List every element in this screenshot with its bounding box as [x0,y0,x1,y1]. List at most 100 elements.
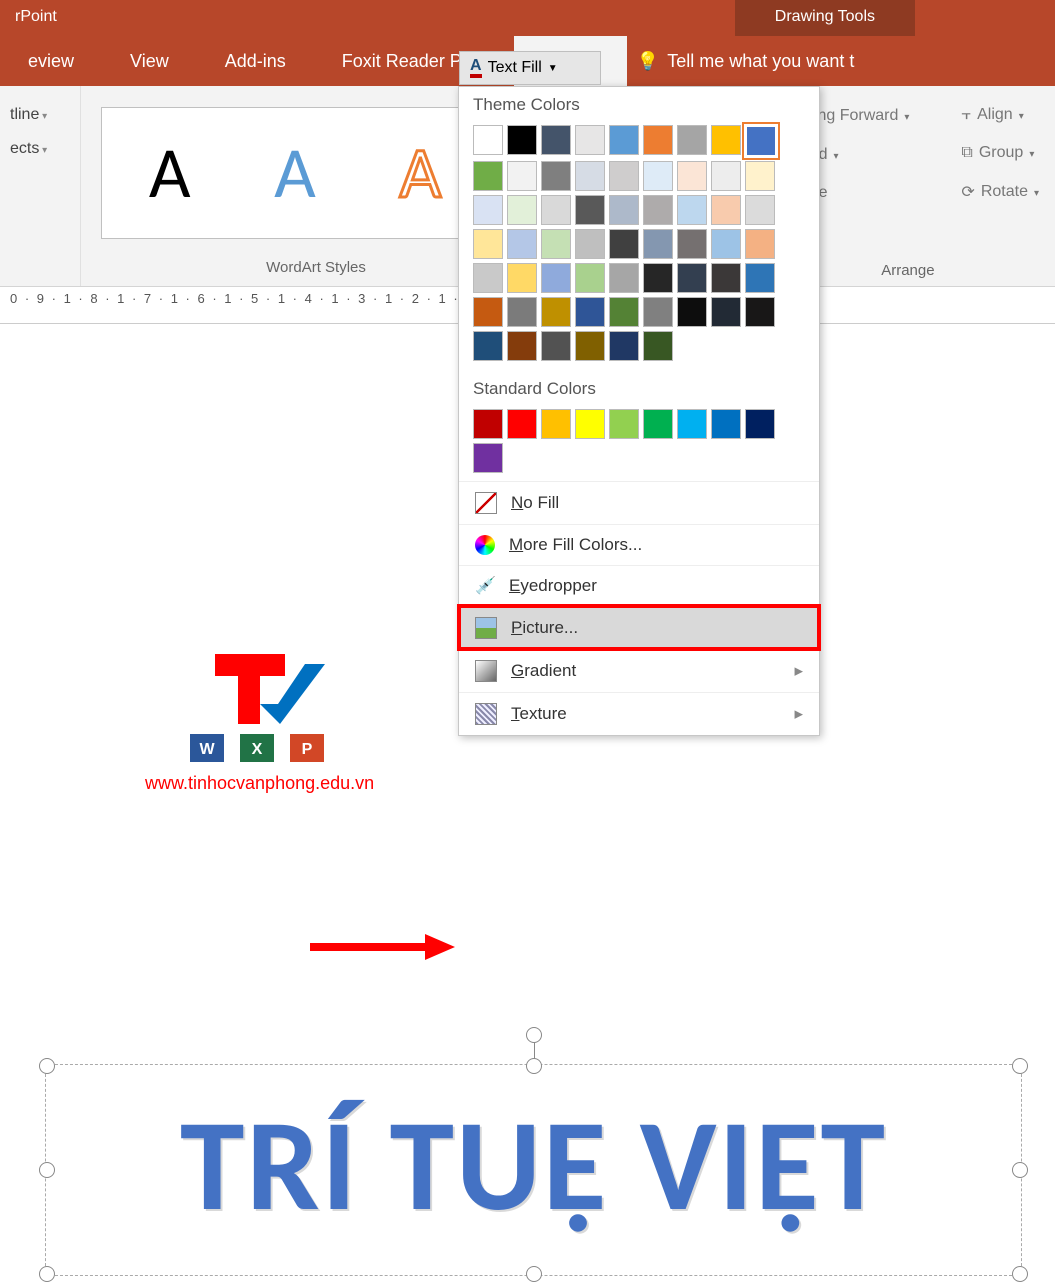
texture-item[interactable]: Texture▸ [459,692,819,735]
resize-handle-w[interactable] [39,1162,55,1178]
standard-swatch[interactable] [711,409,741,439]
theme-swatch[interactable] [677,195,707,225]
resize-handle-sw[interactable] [39,1266,55,1282]
theme-swatch[interactable] [473,229,503,259]
theme-swatch[interactable] [541,297,571,327]
theme-swatch[interactable] [473,195,503,225]
theme-swatch[interactable] [745,229,775,259]
theme-swatch[interactable] [507,331,537,361]
theme-swatch[interactable] [473,161,503,191]
picture-fill-item[interactable]: Picture... [459,606,819,649]
theme-swatch[interactable] [643,161,673,191]
theme-swatch[interactable] [711,263,741,293]
theme-swatch[interactable] [575,229,605,259]
more-colors-item[interactable]: More Fill Colors... [459,524,819,565]
theme-swatch[interactable] [677,161,707,191]
tab-review[interactable]: eview [0,36,102,86]
resize-handle-se[interactable] [1012,1266,1028,1282]
theme-swatch[interactable] [473,297,503,327]
resize-handle-e[interactable] [1012,1162,1028,1178]
standard-swatch[interactable] [575,409,605,439]
standard-swatch[interactable] [643,409,673,439]
theme-swatch[interactable] [745,161,775,191]
resize-handle-n[interactable] [526,1058,542,1074]
wordart-preset-3[interactable]: A [399,137,441,209]
theme-swatch[interactable] [575,297,605,327]
theme-swatch[interactable] [609,263,639,293]
theme-swatch[interactable] [473,263,503,293]
wordart-gallery[interactable]: A A A ▲ ▼ ▾ [101,107,489,239]
standard-swatch[interactable] [473,443,503,473]
resize-handle-nw[interactable] [39,1058,55,1074]
theme-swatch[interactable] [507,297,537,327]
theme-swatch[interactable] [711,195,741,225]
theme-swatch[interactable] [643,331,673,361]
wordart-preset-1[interactable]: A [149,137,191,209]
standard-swatch[interactable] [541,409,571,439]
standard-swatch[interactable] [745,409,775,439]
gradient-item[interactable]: Gradient▸ [459,649,819,692]
theme-swatch[interactable] [609,331,639,361]
resize-handle-s[interactable] [526,1266,542,1282]
tell-me[interactable]: 💡 Tell me what you want t [637,51,855,72]
theme-swatch[interactable] [677,297,707,327]
standard-swatch[interactable] [507,409,537,439]
theme-swatch[interactable] [609,125,639,155]
theme-swatch[interactable] [575,125,605,155]
theme-swatch[interactable] [507,161,537,191]
shape-effects-button[interactable]: ects [10,140,70,158]
theme-swatch[interactable] [711,297,741,327]
theme-swatch[interactable] [541,161,571,191]
theme-swatch[interactable] [575,331,605,361]
tab-addins[interactable]: Add-ins [197,36,314,86]
standard-swatch[interactable] [473,409,503,439]
group-button[interactable]: ⧉Group [955,140,1045,166]
theme-swatch[interactable] [745,125,777,157]
theme-swatch[interactable] [507,125,537,155]
theme-swatch[interactable] [575,263,605,293]
theme-swatch[interactable] [541,195,571,225]
standard-swatch[interactable] [677,409,707,439]
theme-swatch[interactable] [541,125,571,155]
wordart-preset-2[interactable]: A [274,137,316,209]
theme-swatch[interactable] [643,125,673,155]
theme-swatch[interactable] [677,263,707,293]
theme-swatch[interactable] [677,229,707,259]
theme-swatch[interactable] [609,229,639,259]
shape-outline-button[interactable]: tline [10,106,70,124]
theme-swatch[interactable] [473,125,503,155]
theme-swatch[interactable] [507,195,537,225]
tab-view[interactable]: View [102,36,197,86]
theme-swatch[interactable] [745,263,775,293]
theme-swatch[interactable] [745,297,775,327]
no-fill-item[interactable]: NNo Fillo Fill [459,481,819,524]
theme-swatch[interactable] [575,161,605,191]
theme-swatch[interactable] [711,125,741,155]
theme-swatch[interactable] [643,297,673,327]
theme-swatch[interactable] [643,195,673,225]
eyedropper-item[interactable]: 💉 Eyedropper [459,565,819,606]
text-fill-button[interactable]: A Text Fill ▼ [459,51,601,85]
theme-swatch[interactable] [541,229,571,259]
wordart-text[interactable]: TRÍ TUỆ VIỆT [46,1065,1021,1244]
theme-swatch[interactable] [541,263,571,293]
standard-swatch[interactable] [609,409,639,439]
resize-handle-ne[interactable] [1012,1058,1028,1074]
theme-swatch[interactable] [507,229,537,259]
theme-swatch[interactable] [609,297,639,327]
theme-swatch[interactable] [643,263,673,293]
theme-swatch[interactable] [677,125,707,155]
rotate-handle[interactable] [526,1027,542,1043]
rotate-button[interactable]: ⟳Rotate [955,178,1045,206]
theme-swatch[interactable] [473,331,503,361]
theme-swatch[interactable] [609,161,639,191]
theme-swatch[interactable] [711,229,741,259]
theme-swatch[interactable] [745,195,775,225]
theme-swatch[interactable] [575,195,605,225]
theme-swatch[interactable] [643,229,673,259]
theme-swatch[interactable] [507,263,537,293]
theme-swatch[interactable] [609,195,639,225]
theme-swatch[interactable] [541,331,571,361]
wordart-selection-box[interactable]: TRÍ TUỆ VIỆT [45,1064,1022,1276]
theme-swatch[interactable] [711,161,741,191]
